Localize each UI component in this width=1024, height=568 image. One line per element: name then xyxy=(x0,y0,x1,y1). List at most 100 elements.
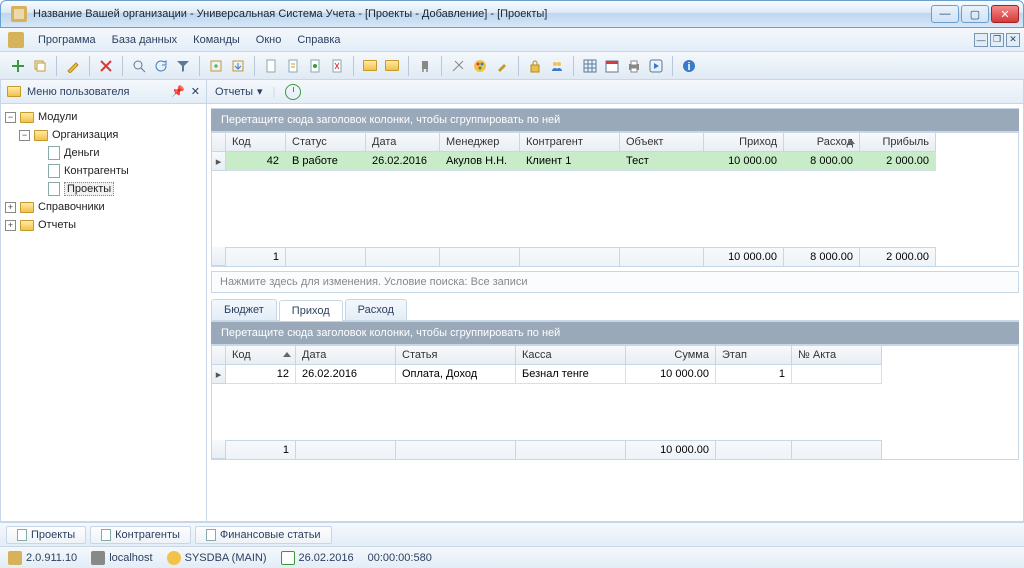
tools1-icon[interactable] xyxy=(448,56,468,76)
server-icon xyxy=(91,551,105,565)
doc-tab-projects[interactable]: Проекты xyxy=(6,526,86,544)
menu-program[interactable]: Программа xyxy=(30,31,104,49)
tree-node-projects[interactable]: Проекты xyxy=(5,180,202,198)
status-time: 00:00:00:580 xyxy=(368,552,432,564)
sidebar: Меню пользователя 📌 ✕ −Модули −Организац… xyxy=(1,80,207,521)
col-object[interactable]: Объект xyxy=(620,133,704,152)
user-icon xyxy=(167,551,181,565)
minimize-button[interactable]: — xyxy=(931,5,959,23)
menubar: Программа База данных Команды Окно Справ… xyxy=(0,28,1024,52)
col-profit[interactable]: Прибыль xyxy=(860,133,936,152)
bcol-stage[interactable]: Этап xyxy=(716,346,792,365)
bottom-group-hint[interactable]: Перетащите сюда заголовок колонки, чтобы… xyxy=(211,321,1019,345)
bcol-date[interactable]: Дата xyxy=(296,346,396,365)
col-date[interactable]: Дата xyxy=(366,133,440,152)
col-status[interactable]: Статус xyxy=(286,133,366,152)
bcol-code[interactable]: Код xyxy=(226,346,296,365)
print-icon[interactable] xyxy=(624,56,644,76)
titlebar: Название Вашей организации - Универсальн… xyxy=(0,0,1024,28)
chevron-down-icon: ▾ xyxy=(257,85,263,98)
doc-tab-contractors[interactable]: Контрагенты xyxy=(90,526,191,544)
app-icon xyxy=(11,6,27,22)
palette-icon[interactable] xyxy=(470,56,490,76)
folder1-icon[interactable] xyxy=(360,56,380,76)
bcol-cash[interactable]: Касса xyxy=(516,346,626,365)
tab-budget[interactable]: Бюджет xyxy=(211,299,277,320)
mdi-restore-icon[interactable]: ❐ xyxy=(990,33,1004,47)
search-condition[interactable]: Нажмите здесь для изменения. Условие пои… xyxy=(211,271,1019,293)
col-contractor[interactable]: Контрагент xyxy=(520,133,620,152)
close-button[interactable]: ✕ xyxy=(991,5,1019,23)
mdi-minimize-icon[interactable]: — xyxy=(974,33,988,47)
status-date: 26.02.2016 xyxy=(281,551,354,565)
refresh-icon[interactable] xyxy=(151,56,171,76)
reports-dropdown[interactable]: Отчеты▾ xyxy=(215,85,263,98)
main-panel: Отчеты▾ | Перетащите сюда заголовок коло… xyxy=(207,80,1023,521)
play-icon[interactable] xyxy=(646,56,666,76)
import-icon[interactable] xyxy=(228,56,248,76)
grid-icon[interactable] xyxy=(580,56,600,76)
row-indicator-icon: ▸ xyxy=(212,365,226,384)
statusbar: 2.0.911.10 localhost SYSDBA (MAIN) 26.02… xyxy=(0,546,1024,568)
pin-icon[interactable]: 📌 xyxy=(171,85,185,98)
doc3-icon[interactable] xyxy=(305,56,325,76)
menu-commands[interactable]: Команды xyxy=(185,31,248,49)
top-grid: Код Статус Дата Менеджер Контрагент Объе… xyxy=(211,132,1019,267)
plug-icon[interactable] xyxy=(415,56,435,76)
col-income[interactable]: Приход xyxy=(704,133,784,152)
add-icon[interactable] xyxy=(8,56,28,76)
tab-expense[interactable]: Расход xyxy=(345,299,407,320)
doc1-icon[interactable] xyxy=(261,56,281,76)
lock-icon[interactable] xyxy=(525,56,545,76)
col-expense[interactable]: Расход xyxy=(784,133,860,152)
top-grid-header: Код Статус Дата Менеджер Контрагент Объе… xyxy=(212,133,1018,152)
table-row[interactable]: ▸ 12 26.02.2016 Оплата, Доход Безнал тен… xyxy=(212,365,1018,384)
status-host: localhost xyxy=(91,551,152,565)
info-icon[interactable]: i xyxy=(679,56,699,76)
folder-icon xyxy=(7,86,21,97)
disk-icon xyxy=(8,551,22,565)
bottom-grid-footer: 1 10 000.00 xyxy=(212,440,1018,459)
sidebar-close-icon[interactable]: ✕ xyxy=(191,85,200,98)
bcol-article[interactable]: Статья xyxy=(396,346,516,365)
page-icon xyxy=(206,529,216,541)
menu-help[interactable]: Справка xyxy=(289,31,348,49)
detail-tabstrip: Бюджет Приход Расход xyxy=(211,299,1019,321)
tree-node-modules[interactable]: −Модули xyxy=(5,108,202,126)
delete-icon[interactable] xyxy=(96,56,116,76)
top-group-hint[interactable]: Перетащите сюда заголовок колонки, чтобы… xyxy=(211,108,1019,132)
bcol-act[interactable]: № Акта xyxy=(792,346,882,365)
mdi-close-icon[interactable]: ✕ xyxy=(1006,33,1020,47)
clock-icon[interactable] xyxy=(285,84,301,100)
tree-node-organization[interactable]: −Организация xyxy=(5,126,202,144)
maximize-button[interactable]: ▢ xyxy=(961,5,989,23)
edit-icon[interactable] xyxy=(63,56,83,76)
doc4-icon[interactable] xyxy=(327,56,347,76)
svg-text:i: i xyxy=(687,61,690,73)
tree-node-reports[interactable]: +Отчеты xyxy=(5,216,202,234)
folder2-icon[interactable] xyxy=(382,56,402,76)
tree-node-contractors[interactable]: Контрагенты xyxy=(5,162,202,180)
document-tabs: Проекты Контрагенты Финансовые статьи xyxy=(0,522,1024,546)
brush-icon[interactable] xyxy=(492,56,512,76)
tab-income[interactable]: Приход xyxy=(279,300,343,321)
window-title: Название Вашей организации - Универсальн… xyxy=(33,8,547,20)
status-user: SYSDBA (MAIN) xyxy=(167,551,267,565)
menu-window[interactable]: Окно xyxy=(248,31,290,49)
doc2-icon[interactable] xyxy=(283,56,303,76)
filter-icon[interactable] xyxy=(173,56,193,76)
menu-database[interactable]: База данных xyxy=(104,31,186,49)
search-icon[interactable] xyxy=(129,56,149,76)
col-code[interactable]: Код xyxy=(226,133,286,152)
tree-node-money[interactable]: Деньги xyxy=(5,144,202,162)
export-icon[interactable] xyxy=(206,56,226,76)
page-icon xyxy=(101,529,111,541)
doc-tab-fin[interactable]: Финансовые статьи xyxy=(195,526,332,544)
users-icon[interactable] xyxy=(547,56,567,76)
calendar-icon[interactable] xyxy=(602,56,622,76)
copy-icon[interactable] xyxy=(30,56,50,76)
table-row[interactable]: ▸ 42 В работе 26.02.2016 Акулов Н.Н. Кли… xyxy=(212,152,1018,171)
col-manager[interactable]: Менеджер xyxy=(440,133,520,152)
tree-node-refs[interactable]: +Справочники xyxy=(5,198,202,216)
bcol-sum[interactable]: Сумма xyxy=(626,346,716,365)
